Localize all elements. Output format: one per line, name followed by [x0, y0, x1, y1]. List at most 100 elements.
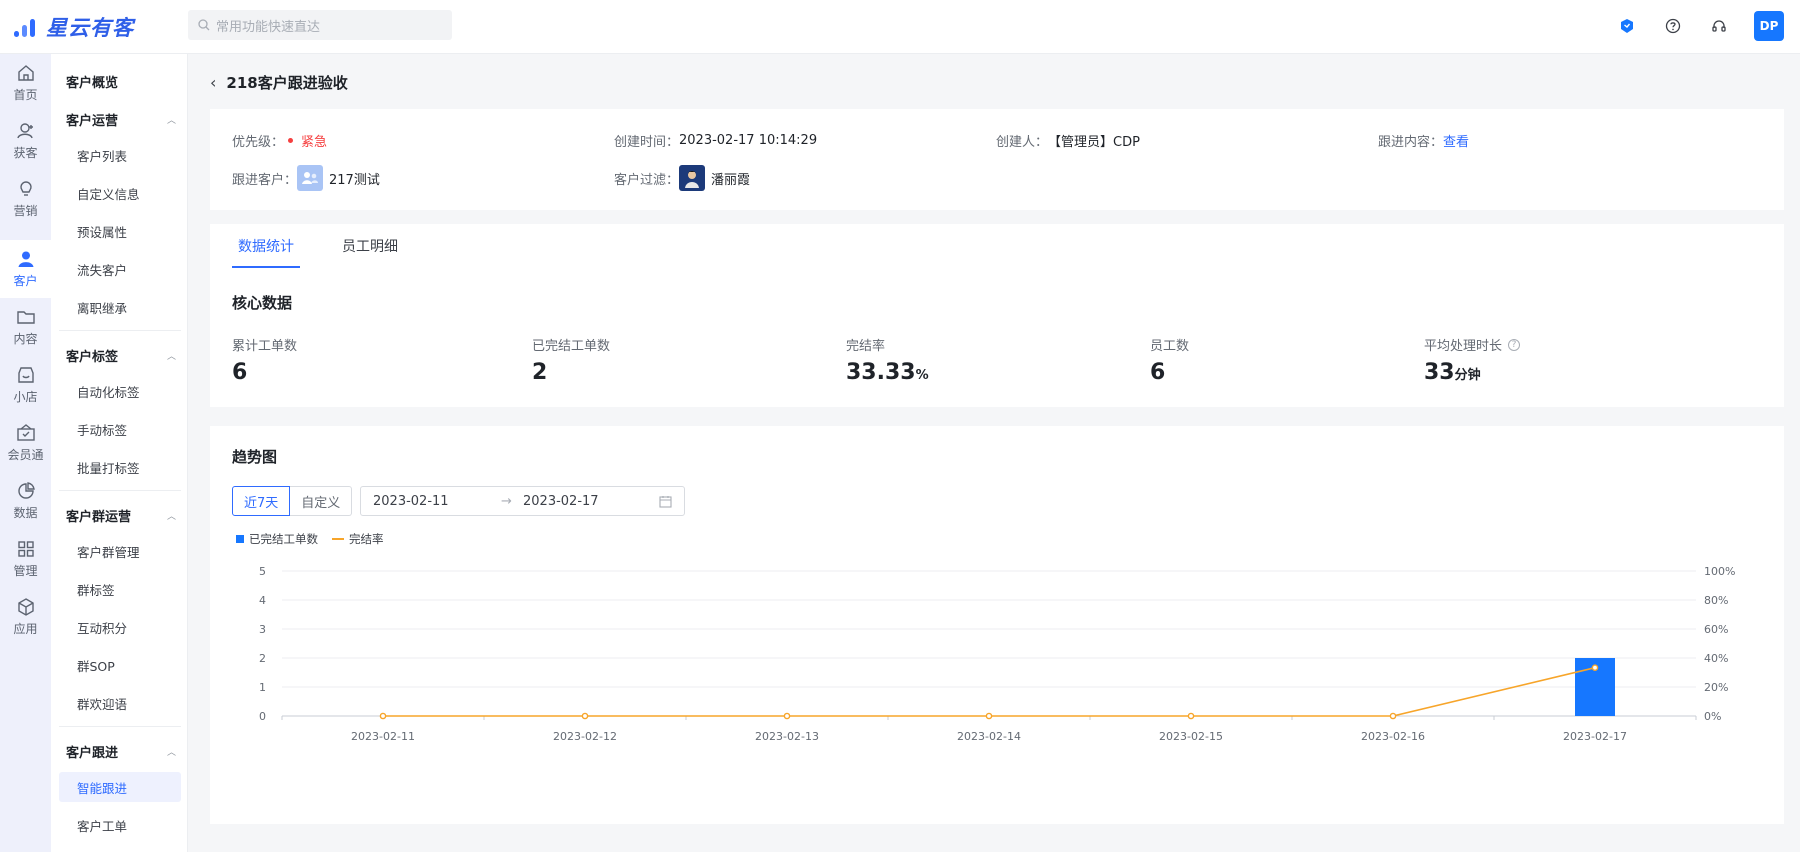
- shop-icon: [17, 367, 34, 383]
- rail-item-shop[interactable]: 小店: [0, 356, 51, 414]
- x-tick-label: 2023-02-14: [957, 730, 1021, 743]
- customer-avatar-icon: [297, 165, 324, 191]
- nav-item-group-welcome[interactable]: 群欢迎语: [59, 688, 181, 718]
- trend-card: 趋势图 近7天 自定义 2023-02-11 → 2023-02-17 已完结工…: [210, 426, 1784, 824]
- nav-group-customer-ops[interactable]: 客户运营 ︿: [66, 110, 176, 129]
- nav-divider: [59, 490, 181, 491]
- y-left-tick-label: 1: [259, 681, 266, 694]
- y-right-tick-label: 100%: [1704, 565, 1735, 578]
- task-info-card: 优先级： 紧急 创建时间： 2023-02-17 10:14:29 创建人： 【…: [210, 109, 1784, 210]
- search-icon: [198, 19, 210, 31]
- pie-icon: [17, 482, 35, 499]
- top-bar: 星云有客 常用功能快速直达 DP: [0, 0, 1800, 54]
- nav-item-smart-followup[interactable]: 智能跟进: [59, 772, 181, 802]
- rail-item-customer[interactable]: 客户: [0, 240, 51, 298]
- created-time-field: 创建时间： 2023-02-17 10:14:29: [614, 133, 818, 150]
- x-tick-label: 2023-02-16: [1361, 730, 1425, 743]
- rail-label: 小店: [13, 390, 38, 404]
- rail-label: 客户: [13, 274, 38, 288]
- kpi-value: 2: [532, 360, 548, 385]
- nav-item-group-tags[interactable]: 群标签: [59, 574, 181, 604]
- page-header: ‹ 218客户跟进验收: [210, 72, 348, 93]
- filter-avatar-icon: [679, 165, 706, 191]
- user-add-icon: [16, 123, 33, 139]
- rail-item-home[interactable]: 首页: [0, 54, 51, 112]
- view-content-link[interactable]: 查看: [1443, 131, 1469, 150]
- shield-badge-icon[interactable]: [1616, 15, 1638, 37]
- kpi-value: 33: [1424, 360, 1455, 385]
- page-title: 218客户跟进验收: [226, 74, 348, 92]
- nav-item-interactive-points[interactable]: 互动积分: [59, 612, 181, 642]
- nav-group-customer-tags[interactable]: 客户标签 ︿: [66, 346, 176, 365]
- x-tick-label: 2023-02-13: [755, 730, 819, 743]
- y-left-tick-label: 3: [259, 623, 266, 636]
- rail-label: 数据: [13, 506, 38, 520]
- primary-nav: 首页 获客 营销 客户 内容 小店 会员通 数据 管理 应用: [0, 54, 51, 852]
- rail-label: 管理: [13, 564, 38, 578]
- help-icon[interactable]: [1662, 15, 1684, 37]
- rail-item-acquire[interactable]: 获客: [0, 112, 51, 170]
- nav-item-custom-info[interactable]: 自定义信息: [59, 178, 181, 208]
- tab-data-stats[interactable]: 数据统计: [232, 224, 300, 268]
- nav-group-followup[interactable]: 客户跟进 ︿: [66, 742, 176, 761]
- nav-item-lost-customers[interactable]: 流失客户: [59, 254, 181, 284]
- tab-staff-detail[interactable]: 员工明细: [336, 224, 404, 268]
- y-right-tick-label: 40%: [1704, 652, 1728, 665]
- nav-item-manual-tags[interactable]: 手动标签: [59, 414, 181, 444]
- core-data-title: 核心数据: [232, 294, 293, 312]
- rate-point: [581, 712, 589, 720]
- x-tick-label: 2023-02-12: [553, 730, 617, 743]
- nav-item-auto-tags[interactable]: 自动化标签: [59, 376, 181, 406]
- kpi-avg-duration: 平均处理时长? 33分钟: [1424, 335, 1521, 385]
- customer-value: 217测试: [329, 172, 380, 188]
- rate-point: [379, 712, 387, 720]
- y-left-tick-label: 2: [259, 652, 266, 665]
- rail-item-data[interactable]: 数据: [0, 472, 51, 530]
- help-circle-icon[interactable]: ?: [1508, 338, 1521, 351]
- kpi-staff-count: 员工数 6: [1150, 339, 1190, 385]
- kpi-value: 6: [232, 360, 248, 385]
- search-placeholder: 常用功能快速直达: [216, 19, 321, 35]
- nav-item-customer-tickets[interactable]: 客户工单: [59, 810, 181, 840]
- rail-label: 会员通: [7, 448, 44, 462]
- rail-item-marketing[interactable]: 营销: [0, 170, 51, 228]
- kpi-unit: %: [915, 368, 929, 383]
- nav-item-customer-list[interactable]: 客户列表: [59, 140, 181, 170]
- rate-point: [1389, 712, 1397, 720]
- creator-field: 创建人： 【管理员】CDP: [996, 131, 1140, 150]
- rail-item-content[interactable]: 内容: [0, 298, 51, 356]
- cube-icon: [17, 598, 34, 616]
- x-tick-label: 2023-02-17: [1563, 730, 1627, 743]
- y-right-tick-label: 0%: [1704, 710, 1721, 723]
- nav-divider: [59, 726, 181, 727]
- kpi-value: 6: [1150, 360, 1166, 385]
- kpi-value: 33.33: [846, 360, 916, 385]
- logo[interactable]: 星云有客: [12, 13, 134, 41]
- nav-item-group-sop[interactable]: 群SOP: [59, 650, 181, 680]
- rail-item-manage[interactable]: 管理: [0, 530, 51, 588]
- nav-item-preset-attrs[interactable]: 预设属性: [59, 216, 181, 246]
- nav-item-group-manage[interactable]: 客户群管理: [59, 536, 181, 566]
- y-left-tick-label: 0: [259, 710, 266, 723]
- rail-item-apps[interactable]: 应用: [0, 588, 51, 646]
- nav-item-resign-inherit[interactable]: 离职继承: [59, 292, 181, 322]
- filter-value: 潘丽霞: [711, 172, 751, 188]
- user-avatar[interactable]: DP: [1754, 11, 1784, 41]
- nav-customer-overview[interactable]: 客户概览: [66, 72, 176, 91]
- rate-point: [985, 712, 993, 720]
- kpi-completed-tickets: 已完结工单数 2: [532, 339, 611, 385]
- priority-value: 紧急: [301, 135, 328, 150]
- rail-item-member[interactable]: 会员通: [0, 414, 51, 472]
- back-arrow-icon[interactable]: ‹: [210, 73, 216, 92]
- nav-item-batch-tags[interactable]: 批量打标签: [59, 452, 181, 482]
- chevron-up-icon: ︿: [166, 748, 176, 758]
- logo-icon: [12, 15, 40, 39]
- customer-field: 跟进客户： 217测试: [232, 165, 380, 191]
- logo-text: 星云有客: [46, 16, 134, 40]
- rate-point: [1187, 712, 1195, 720]
- search-input[interactable]: 常用功能快速直达: [188, 10, 452, 40]
- y-left-tick-label: 5: [259, 565, 266, 578]
- nav-group-group-ops[interactable]: 客户群运营 ︿: [66, 506, 176, 525]
- headset-icon[interactable]: [1708, 15, 1730, 37]
- trend-chart: 0 0% 1 20% 2 40% 3 60% 4 80% 5 100% 2023-02-11 2023-0…: [259, 565, 1735, 743]
